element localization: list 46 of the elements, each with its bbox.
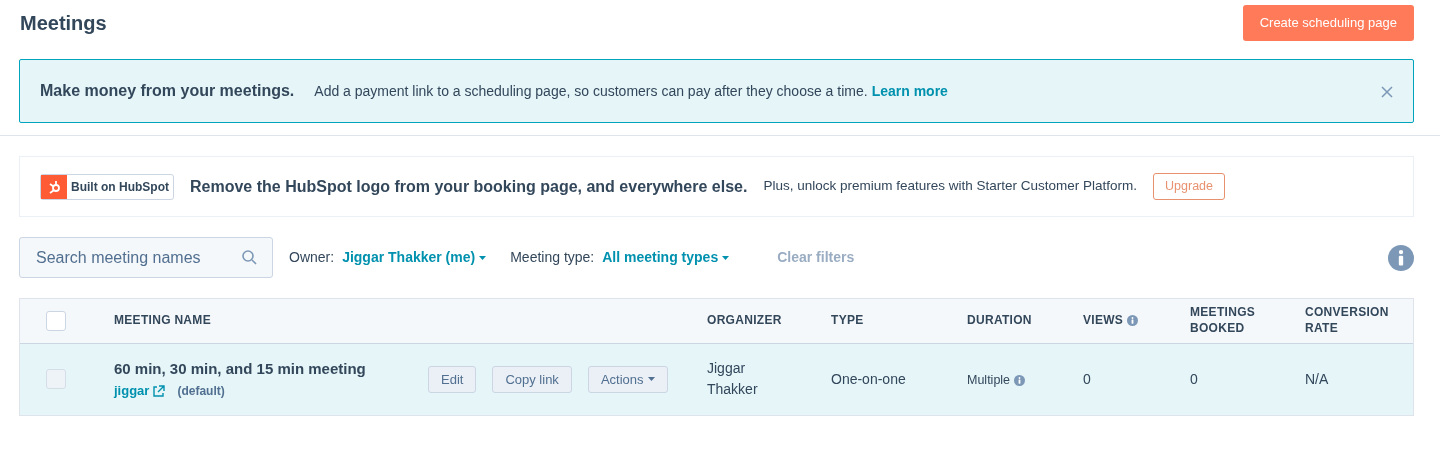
create-button[interactable]: Create scheduling page bbox=[1242, 5, 1414, 41]
default-tag: (default) bbox=[177, 381, 225, 400]
conversion-rate: N/A bbox=[1305, 370, 1329, 387]
caret-icon bbox=[722, 255, 730, 260]
duration-value: Multiple bbox=[967, 371, 1011, 389]
owner-label: Owner: bbox=[289, 248, 335, 267]
row-action-button[interactable]: Edit bbox=[428, 365, 477, 393]
upgrade-button[interactable]: Upgrade bbox=[1153, 173, 1225, 200]
promo-text: Plus, unlock premium features with Starter Customer Platform. bbox=[763, 177, 1138, 196]
views-count: 0 bbox=[1083, 370, 1091, 387]
row-action-button[interactable]: Copy link bbox=[492, 365, 572, 393]
column-header: CONVERSION RATE bbox=[1305, 305, 1390, 337]
search-icon bbox=[242, 250, 257, 265]
banner-title: Make money from your meetings. bbox=[40, 81, 295, 101]
row-checkbox[interactable] bbox=[46, 369, 66, 390]
meeting-type: One-on-one bbox=[831, 370, 906, 387]
search-field[interactable]: Search meeting names bbox=[19, 237, 273, 278]
external-link-icon bbox=[153, 384, 166, 397]
meeting-type-dropdown[interactable]: All meeting types bbox=[602, 247, 730, 268]
info-icon bbox=[1014, 374, 1026, 386]
hubspot-badge: Built on HubSpot bbox=[40, 173, 174, 200]
column-header: VIEWS bbox=[1083, 312, 1124, 329]
organizer-name: Jiggar Thakker bbox=[707, 359, 759, 400]
promo-headline: Remove the HubSpot logo from your booking page, and everywhere else. bbox=[190, 176, 748, 197]
meeting-link[interactable]: jiggar bbox=[114, 380, 150, 401]
info-icon bbox=[1127, 315, 1139, 327]
booked-count: 0 bbox=[1190, 370, 1198, 387]
owner-dropdown[interactable]: Jiggar Thakker (me) bbox=[342, 247, 487, 268]
column-header: TYPE bbox=[831, 312, 864, 329]
close-icon bbox=[1381, 85, 1393, 98]
column-header: ORGANIZER bbox=[707, 312, 782, 329]
caret-icon bbox=[647, 377, 655, 382]
column-header: MEETING NAME bbox=[114, 312, 211, 329]
column-header: MEETINGS BOOKED bbox=[1190, 305, 1257, 337]
meeting-name: 60 min, 30 min, and 15 min meeting bbox=[114, 359, 367, 380]
page-title: Meetings bbox=[20, 11, 107, 35]
caret-icon bbox=[479, 255, 487, 260]
info-icon bbox=[1388, 244, 1414, 271]
column-header: DURATION bbox=[967, 312, 1032, 329]
meeting-type-label: Meeting type: bbox=[510, 248, 595, 267]
actions-dropdown[interactable]: Actions bbox=[587, 365, 668, 393]
banner-text: Add a payment link to a scheduling page, so customers can pay after they choose a time. bbox=[314, 81, 868, 101]
clear-filters-button[interactable]: Clear filters bbox=[777, 247, 855, 268]
select-all-checkbox[interactable] bbox=[46, 310, 66, 331]
sprocket-icon bbox=[47, 178, 61, 195]
learn-more-link[interactable]: Learn more bbox=[871, 80, 948, 102]
